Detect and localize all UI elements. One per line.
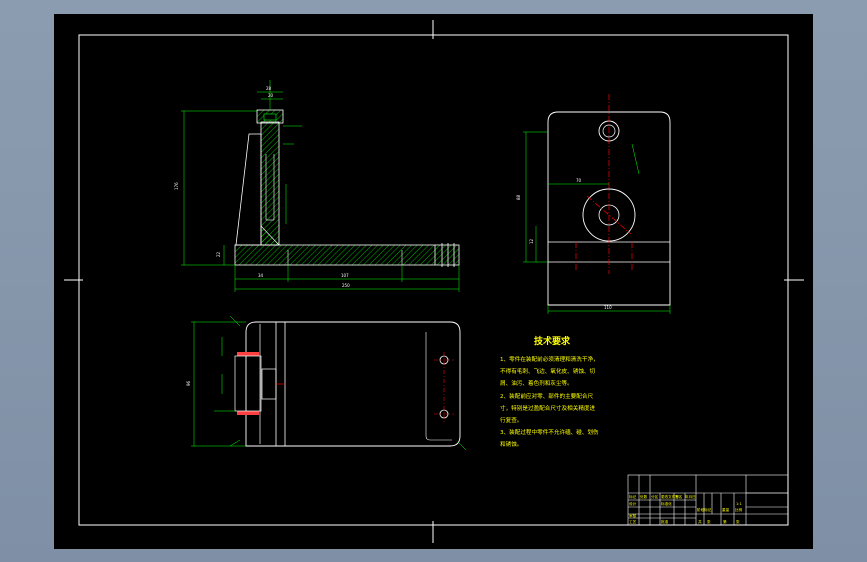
sheet-border — [78, 34, 789, 526]
side-dimensions — [523, 131, 671, 314]
front-view: 20 28 176 22 34 107 250 — [174, 80, 460, 292]
title-block-cell: 签名 — [675, 494, 683, 499]
title-block-cell: 张 — [707, 519, 711, 524]
centering-marks — [64, 20, 804, 543]
side-dim-width: 110 — [604, 305, 612, 310]
tech-req-line: 不得有毛刺、飞边、氧化皮、锈蚀、切 — [500, 367, 596, 375]
title-block-cell: 处数 — [640, 494, 648, 499]
side-view: 88 12 70 110 — [516, 94, 671, 314]
dim-upper-width: 28 — [266, 86, 272, 91]
tech-req-line: 1、零件在装配前必须清理和清洗干净， — [500, 355, 599, 363]
side-dim-lower: 12 — [529, 238, 534, 244]
title-block-cell: 比例 — [735, 507, 743, 512]
dim-total-length: 250 — [342, 283, 350, 288]
title-block-cell: 第 — [723, 519, 727, 524]
cad-viewport[interactable]: 20 28 176 22 34 107 250 88 12 70 110 96 … — [54, 14, 813, 549]
front-base-plate — [234, 244, 460, 266]
tech-req-title: 技术要求 — [534, 335, 571, 347]
tech-req-line: 和锈蚀。 — [500, 440, 522, 448]
title-block-cell: 标记 — [629, 494, 637, 499]
title-block-cell: 工艺 — [629, 519, 637, 524]
title-block-cell: 分区 — [651, 494, 659, 499]
side-dim-height: 88 — [516, 194, 521, 200]
title-block-cell: 年月日 — [685, 494, 696, 499]
dim-top-width: 20 — [268, 93, 274, 98]
title-block: 标记 处数 分区 更改文件号 签名 年月日 设计 标准化 阶段标记 重量 比例 … — [627, 474, 789, 526]
top-dim-depth: 96 — [186, 380, 191, 386]
technical-requirements: 技术要求 1、零件在装配前必须清理和清洗干净， 不得有毛刺、飞边、氧化皮、锈蚀、… — [500, 335, 599, 448]
front-rib — [235, 133, 262, 246]
dim-total-height: 176 — [174, 182, 179, 190]
title-block-cell: 标准化 — [661, 501, 672, 506]
title-block-cell: 设计 — [629, 501, 637, 506]
top-view: 96 — [186, 315, 467, 451]
top-slot-lower — [237, 411, 259, 415]
title-block-cell: 张 — [736, 519, 740, 524]
title-block-cell: 审核 — [629, 513, 637, 518]
tech-req-line: 屑、油污、着色剂和灰尘等。 — [500, 379, 573, 387]
title-block-cell: 重量 — [722, 507, 730, 512]
title-block-cell: 共 — [698, 519, 702, 524]
top-column-boss — [261, 368, 277, 400]
dim-base-offset: 34 — [258, 273, 264, 278]
title-block-cell: 1:1 — [736, 502, 742, 506]
tech-req-line: 2、装配前应对零、部件的主要配合尺 — [500, 392, 593, 400]
title-block-cell: 批准 — [661, 519, 669, 524]
top-dimensions — [191, 315, 467, 451]
dim-slot-length: 107 — [341, 273, 349, 278]
front-column — [260, 121, 280, 246]
tech-req-line: 行复查。 — [500, 416, 522, 424]
dim-base-height: 22 — [216, 251, 221, 257]
title-block-cell: 阶段标记 — [697, 507, 712, 512]
top-slot-upper — [237, 352, 259, 356]
tech-req-line: 寸，特别是过盈配合尺寸及相关精度进 — [500, 404, 596, 412]
cad-drawing: 20 28 176 22 34 107 250 88 12 70 110 96 … — [64, 20, 804, 543]
side-dim-offset: 70 — [576, 178, 582, 183]
tech-req-line: 3、装配过程中零件不允许磕、碰、划伤 — [500, 428, 599, 436]
